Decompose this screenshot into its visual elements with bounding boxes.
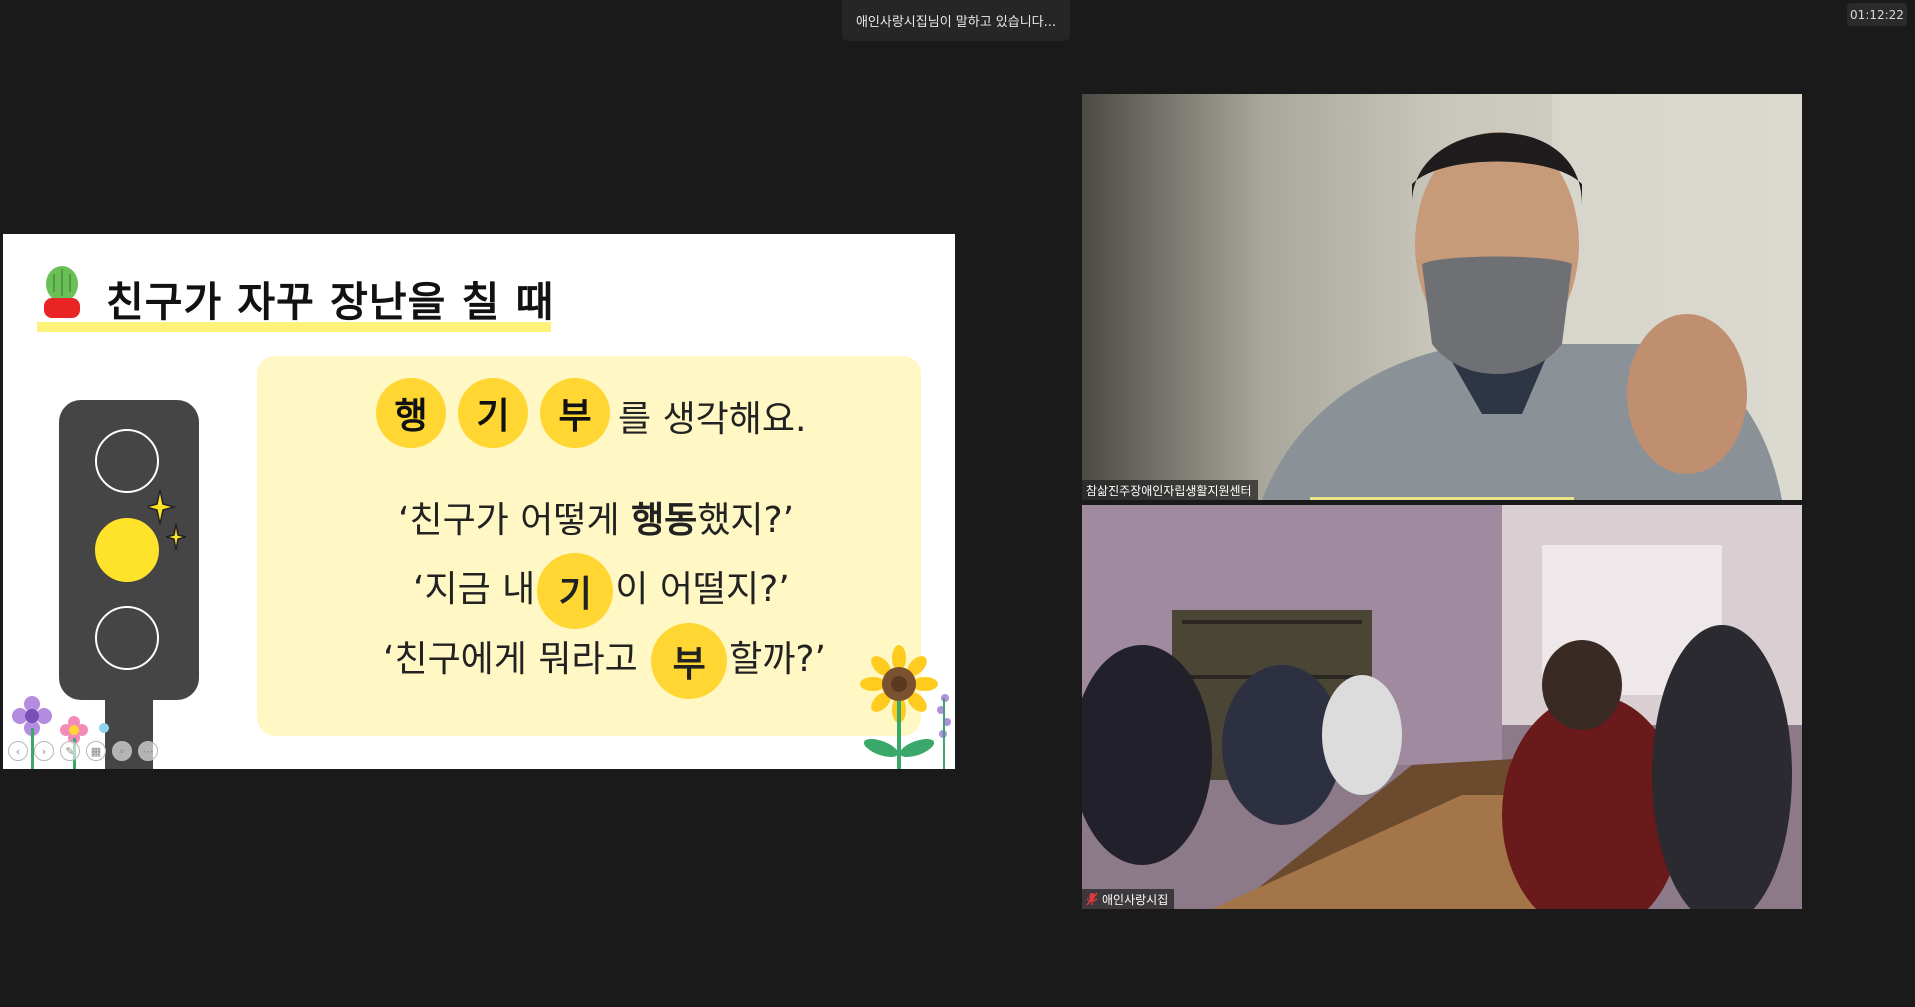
traffic-lamp-bottom: [95, 606, 159, 670]
traffic-lamp-top: [95, 429, 159, 493]
mic-muted-icon: [1086, 892, 1098, 906]
pen-icon[interactable]: ✎: [60, 741, 80, 761]
line2-text-a: ‘지금 내: [413, 569, 536, 610]
shared-screen-slide[interactable]: 친구가 자꾸 장난을 칠 때 행 기 부 를 생각해요. ‘친구가 어떻게 행동…: [3, 234, 955, 769]
slide-title: 친구가 자꾸 장난을 칠 때: [106, 278, 555, 326]
content-card: 행 기 부 를 생각해요. ‘친구가 어떻게 행동했지?’ ‘지금 내기이 어떨…: [257, 356, 921, 736]
line2-circle: 기: [537, 553, 614, 629]
video-tile-speaker[interactable]: 참삶진주장애인자립생활지원센터: [1082, 94, 1802, 500]
participant-name-2: 애인사랑시집: [1102, 892, 1169, 907]
more-options-icon[interactable]: ⋯: [138, 741, 158, 761]
keyword-circle-3: 부: [540, 378, 610, 448]
meeting-timer: 01:12:22: [1847, 3, 1907, 26]
next-slide-icon[interactable]: ›: [34, 741, 54, 761]
view-icon[interactable]: ▦: [86, 741, 106, 761]
slide-line-3: ‘친구에게 뭐라고 부 할까?’: [383, 623, 826, 699]
cactus-icon: [44, 266, 80, 318]
sunflower-icon: [860, 645, 951, 769]
keyword-circle-1: 행: [376, 378, 446, 448]
participant-name-tag-2: 애인사랑시집: [1082, 889, 1175, 909]
slide-line-1: ‘친구가 어떻게 행동했지?’: [398, 491, 794, 543]
active-speaker-bar: [1310, 497, 1574, 500]
participant-video-1: [1082, 94, 1802, 500]
line3-circle: 부: [651, 623, 728, 699]
participant-video-2: [1082, 505, 1802, 909]
zoom-icon[interactable]: ⌕: [112, 741, 132, 761]
line1-text-b: 했지?’: [697, 500, 795, 541]
title-underline: [37, 322, 551, 332]
speaking-indicator: 애인사랑시집님이 말하고 있습니다...: [842, 0, 1070, 41]
keywords-suffix: 를 생각해요.: [618, 399, 807, 440]
participant-name-tag-1: 참삶진주장애인자립생활지원센터: [1082, 480, 1258, 500]
line1-bold: 행동: [631, 500, 698, 541]
line3-text-b: 할까?’: [729, 639, 826, 680]
participant-name-1: 참삶진주장애인자립생활지원센터: [1086, 483, 1252, 498]
keyword-circle-2: 기: [458, 378, 528, 448]
slide-line-2: ‘지금 내기이 어떨지?’: [413, 553, 790, 629]
line2-text-b: 이 어떨지?’: [615, 569, 790, 610]
prev-slide-icon[interactable]: ‹: [8, 741, 28, 761]
sparkle-icon: [148, 490, 187, 551]
video-tile-room[interactable]: 애인사랑시집: [1082, 505, 1802, 909]
slide-controls: ‹ › ✎ ▦ ⌕ ⋯: [8, 741, 158, 761]
line3-text-a: ‘친구에게 뭐라고: [383, 639, 650, 680]
line1-text-a: ‘친구가 어떻게: [398, 500, 632, 541]
